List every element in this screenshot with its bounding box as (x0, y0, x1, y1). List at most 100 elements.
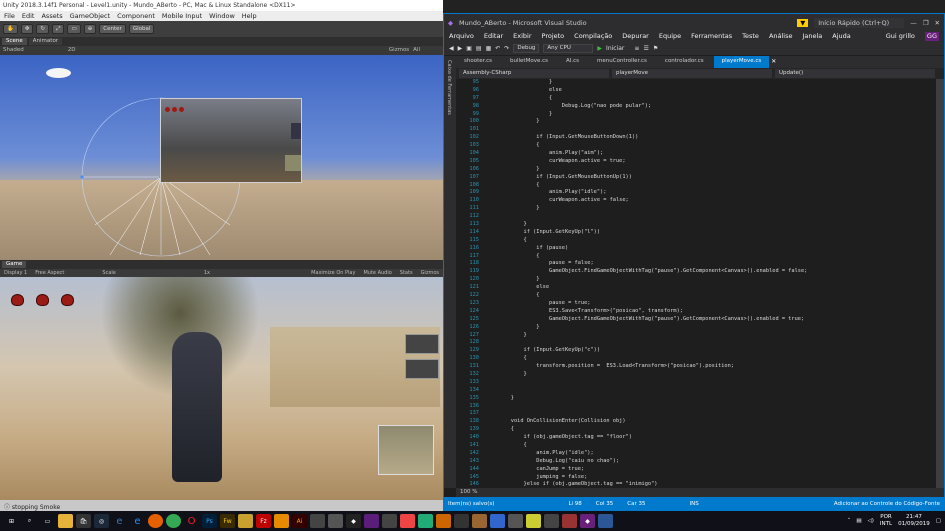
vs-menu-arquivo[interactable]: Arquivo (449, 32, 474, 41)
back-icon[interactable]: ◀ (449, 45, 454, 52)
pivot-global-toggle[interactable]: Global (128, 24, 155, 34)
photoshop-icon[interactable]: Ps (202, 514, 217, 528)
keyboard-layout[interactable]: POR INTL (880, 514, 892, 528)
vs-menu-equipe[interactable]: Equipe (659, 32, 681, 41)
app-icon[interactable] (364, 514, 379, 528)
display-dropdown[interactable]: Display 1 (4, 270, 27, 276)
code-line[interactable]: 136 (456, 403, 936, 411)
member-dropdown[interactable]: Update() (775, 69, 935, 78)
mute-audio-toggle[interactable]: Mute Audio (363, 270, 391, 276)
code-line[interactable]: 116 if (pause) (456, 245, 936, 253)
notification-filter-icon[interactable]: ▼ (797, 18, 809, 27)
class-dropdown[interactable]: playerMove (612, 69, 772, 78)
app-icon[interactable] (508, 514, 523, 528)
code-line[interactable]: 139 { (456, 426, 936, 434)
config-dropdown[interactable]: Debug (513, 44, 540, 53)
code-line[interactable]: 126 } (456, 324, 936, 332)
tab-close-icon[interactable]: ✕ (771, 56, 776, 68)
forward-icon[interactable]: ▶ (458, 45, 463, 52)
app-icon[interactable] (526, 514, 541, 528)
search-icon[interactable]: ⌕ (22, 514, 37, 528)
code-line[interactable]: 117 { (456, 253, 936, 261)
code-line[interactable]: 112 (456, 213, 936, 221)
code-line[interactable]: 113 } (456, 221, 936, 229)
game-viewport[interactable] (0, 277, 443, 500)
filezilla-icon[interactable]: Fz (256, 514, 271, 528)
vs-menu-editar[interactable]: Editar (484, 32, 503, 41)
app-icon[interactable] (400, 514, 415, 528)
mode-2d-toggle[interactable]: 2D (68, 47, 76, 54)
code-line[interactable]: 118 pause = false; (456, 260, 936, 268)
code-line[interactable]: 128 (456, 339, 936, 347)
code-line[interactable]: 141 { (456, 442, 936, 450)
maximize-on-play-toggle[interactable]: Maximize On Play (311, 270, 355, 276)
code-line[interactable]: 134 (456, 387, 936, 395)
start-button[interactable]: Iniciar (606, 45, 624, 52)
app-icon[interactable] (598, 514, 613, 528)
rotate-tool-icon[interactable]: ↻ (36, 24, 50, 34)
unity-taskbar-icon[interactable]: ◆ (346, 514, 361, 528)
code-line[interactable]: 131 transform.position = ES3.Load<Transf… (456, 363, 936, 371)
tab-controlador[interactable]: controlador.cs (656, 56, 712, 68)
tab-scene[interactable]: Scene (2, 38, 27, 45)
code-line[interactable]: 100 } (456, 118, 936, 126)
visual-studio-taskbar-icon[interactable]: ◆ (580, 514, 595, 528)
format-icon[interactable]: ≡ (634, 45, 639, 52)
app-icon[interactable] (274, 514, 289, 528)
fireworks-icon[interactable]: Fw (220, 514, 235, 528)
gizmos-dropdown[interactable]: Gizmos (389, 47, 409, 54)
vs-menu-compilacao[interactable]: Compilação (574, 32, 612, 41)
start-menu-icon[interactable]: ⊞ (4, 514, 19, 528)
code-line[interactable]: 104 anim.Play("aim"); (456, 150, 936, 158)
hand-tool-icon[interactable]: ✋ (3, 24, 18, 34)
code-line[interactable]: 106 } (456, 166, 936, 174)
code-line[interactable]: 99 } (456, 111, 936, 119)
bookmark-icon[interactable]: ⚑ (653, 45, 658, 52)
tab-menucontroller[interactable]: menuController.cs (589, 56, 655, 68)
vs-menu-exibir[interactable]: Exibir (513, 32, 531, 41)
transform-tool-icon[interactable]: ⊕ (83, 24, 97, 34)
app-icon[interactable] (382, 514, 397, 528)
app-icon[interactable] (238, 514, 253, 528)
zoom-level[interactable]: 100 % (460, 489, 477, 495)
app-icon[interactable] (454, 514, 469, 528)
tab-animator[interactable]: Animator (28, 38, 63, 45)
start-play-icon[interactable]: ▶ (597, 45, 602, 52)
unity-menu-edit[interactable]: Edit (22, 12, 35, 20)
code-line[interactable]: 125 GameObject.FindGameObjectWithTag("pa… (456, 316, 936, 324)
undo-icon[interactable]: ↶ (495, 45, 500, 52)
clock[interactable]: 21:47 01/09/2019 (898, 514, 930, 528)
network-icon[interactable]: ▤ (856, 518, 861, 524)
file-explorer-icon[interactable] (58, 514, 73, 528)
maximize-button[interactable]: ❐ (923, 19, 929, 27)
code-line[interactable]: 132 } (456, 371, 936, 379)
tray-chevron-icon[interactable]: ˄ (848, 518, 851, 524)
vs-menu-ajuda[interactable]: Ajuda (832, 32, 850, 41)
platform-dropdown[interactable]: Any CPU (543, 44, 594, 53)
unity-menu-gameobject[interactable]: GameObject (70, 12, 111, 20)
app-icon[interactable] (310, 514, 325, 528)
unity-menu-window[interactable]: Window (209, 12, 235, 20)
code-line[interactable]: 120 } (456, 276, 936, 284)
code-line[interactable]: 143 Debug.Log("caiu no chao"); (456, 458, 936, 466)
volume-icon[interactable]: ◁) (868, 518, 874, 524)
new-file-icon[interactable]: ▣ (466, 45, 472, 52)
code-line[interactable]: 108 { (456, 182, 936, 190)
code-line[interactable]: 142 anim.Play("idle"); (456, 450, 936, 458)
vs-menu-depurar[interactable]: Depurar (622, 32, 649, 41)
task-view-icon[interactable]: ▭ (40, 514, 55, 528)
code-line[interactable]: 111 } (456, 205, 936, 213)
app-icon[interactable] (544, 514, 559, 528)
vs-menu-ferramentas[interactable]: Ferramentas (691, 32, 732, 41)
unity-menu-mobile-input[interactable]: Mobile Input (162, 12, 202, 20)
code-line[interactable]: 97 { (456, 95, 936, 103)
code-line[interactable]: 110 curWeapon.active = false; (456, 197, 936, 205)
vs-menu-analise[interactable]: Análise (769, 32, 793, 41)
code-line[interactable]: 140 if (obj.gameObject.tag == "floor") (456, 434, 936, 442)
app-icon[interactable] (328, 514, 343, 528)
tab-ai[interactable]: AI.cs (557, 56, 588, 68)
code-line[interactable]: 107 if (Input.GetMouseButtonUp(1)) (456, 174, 936, 182)
redo-icon[interactable]: ↷ (504, 45, 509, 52)
code-line[interactable]: 122 { (456, 292, 936, 300)
illustrator-icon[interactable]: Ai (292, 514, 307, 528)
